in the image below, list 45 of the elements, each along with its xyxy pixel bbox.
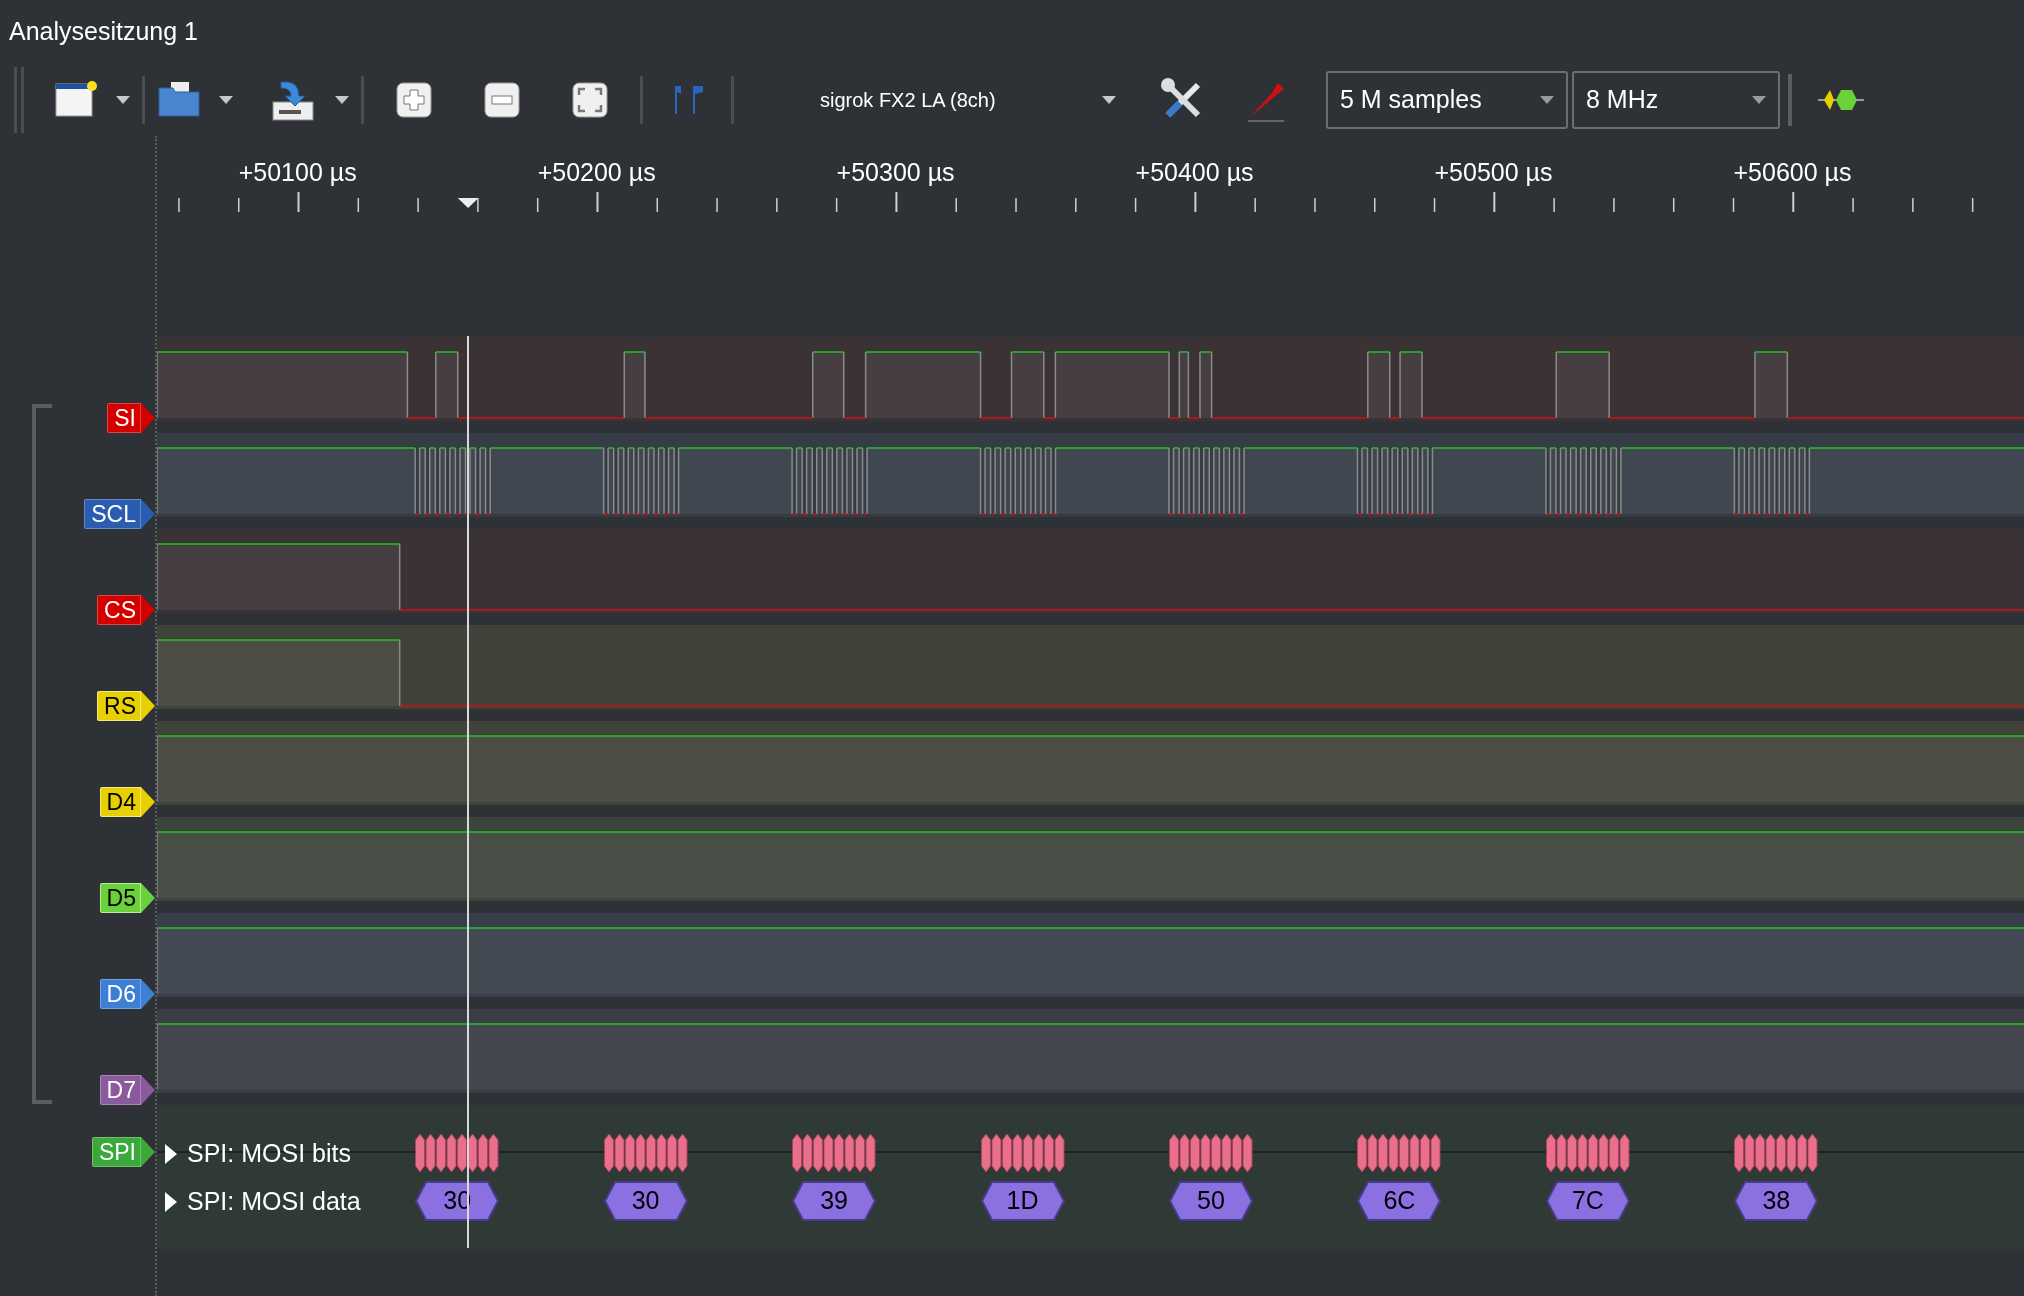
samples-dropdown[interactable]: 5 M samples <box>1326 71 1568 129</box>
data-annotation: 6C <box>1357 1181 1442 1221</box>
data-annotation: 39 <box>792 1181 877 1221</box>
time-label: +50100 µs <box>238 157 357 188</box>
trigger-marker-icon[interactable] <box>457 198 479 208</box>
save-icon[interactable] <box>269 78 317 122</box>
time-label: +50200 µs <box>537 157 656 188</box>
data-annotation: 30 <box>603 1181 688 1221</box>
label-arrow-icon <box>141 883 155 913</box>
decoder-row-label: SPI: MOSI data <box>187 1186 361 1217</box>
expand-triangle-icon[interactable] <box>165 1191 177 1212</box>
caret-icon[interactable] <box>116 96 130 104</box>
zoom-in-icon[interactable] <box>396 82 432 118</box>
label-arrow-icon <box>141 1075 155 1105</box>
decoder-row-label: SPI: MOSI bits <box>187 1138 351 1169</box>
new-session-icon[interactable] <box>54 80 98 120</box>
time-label: +50600 µs <box>1733 157 1852 188</box>
window-title: Analysesitzung 1 <box>9 16 198 48</box>
data-annotation: 38 <box>1734 1181 1819 1221</box>
time-label: +50500 µs <box>1434 157 1553 188</box>
time-label: +50300 µs <box>836 157 955 188</box>
samplerate-dropdown[interactable]: 8 MHz <box>1572 71 1780 129</box>
data-annotation: 1D <box>980 1181 1065 1221</box>
time-label: +50400 µs <box>1135 157 1254 188</box>
caret-icon <box>1102 96 1116 104</box>
caret-icon[interactable] <box>335 96 349 104</box>
label-arrow-icon <box>141 691 155 721</box>
caret-icon <box>1752 96 1766 104</box>
folder-icon[interactable] <box>157 80 201 120</box>
decoder-icon[interactable] <box>1818 87 1864 113</box>
label-arrow-icon <box>141 595 155 625</box>
data-annotation: 50 <box>1169 1181 1253 1221</box>
caret-icon <box>1540 96 1554 104</box>
data-annotation: 7C <box>1545 1181 1630 1221</box>
zoom-fit-icon[interactable] <box>572 82 608 118</box>
caret-icon[interactable] <box>219 96 233 104</box>
toolbar-grip[interactable] <box>14 67 24 133</box>
label-arrow-icon <box>141 979 155 1009</box>
label-arrow-icon <box>141 1137 155 1167</box>
expand-triangle-icon[interactable] <box>165 1143 177 1164</box>
label-arrow-icon <box>141 499 155 529</box>
device-dropdown[interactable]: sigrok FX2 LA (8ch) <box>820 85 1116 115</box>
zoom-out-icon[interactable] <box>484 82 520 118</box>
label-arrow-icon <box>141 787 155 817</box>
label-arrow-icon <box>141 403 155 433</box>
